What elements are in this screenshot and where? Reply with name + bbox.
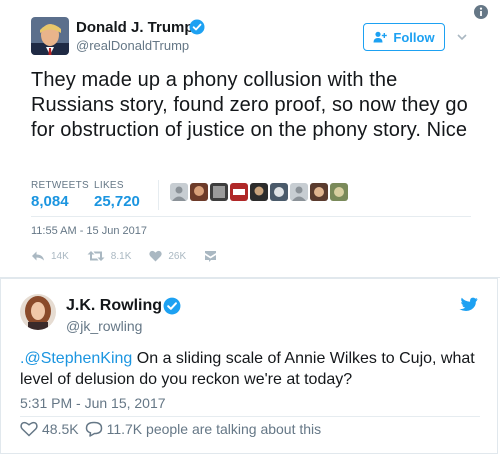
author-name[interactable]: Donald J. Trump: [76, 19, 194, 36]
heart-icon: [20, 421, 38, 437]
like-button[interactable]: 48.5K: [20, 421, 79, 437]
liker-avatar[interactable]: [190, 183, 208, 201]
twitter-bird-icon[interactable]: [456, 296, 478, 316]
liker-avatar[interactable]: [250, 183, 268, 201]
heart-icon: [149, 250, 163, 262]
retweets-label: RETWEETS: [31, 180, 89, 191]
author-handle[interactable]: @jk_rowling: [66, 318, 142, 334]
comment-icon: [85, 421, 102, 437]
liker-avatars: [170, 183, 348, 201]
direct-message-button[interactable]: [204, 250, 223, 262]
chevron-down-icon[interactable]: [456, 31, 468, 43]
like-count: 48.5K: [42, 421, 79, 437]
tweet-timestamp[interactable]: 5:31 PM - Jun 15, 2017: [20, 395, 166, 411]
retweets-count: 8,084: [31, 193, 69, 210]
follow-button[interactable]: Follow: [363, 23, 445, 51]
tweet-actions: 48.5K 11.7K people are talking about thi…: [20, 421, 327, 437]
retweet-count: 8.1K: [110, 250, 132, 262]
liker-avatar[interactable]: [330, 183, 348, 201]
verified-badge-icon: [189, 19, 205, 35]
liker-avatar[interactable]: [170, 183, 188, 201]
info-icon[interactable]: [473, 4, 489, 20]
mention-link[interactable]: .@StephenKing: [20, 350, 132, 367]
liker-avatar[interactable]: [230, 183, 248, 201]
like-button[interactable]: 26K: [149, 250, 186, 262]
likes-stat[interactable]: LIKES 25,720: [94, 180, 140, 210]
retweet-button[interactable]: 8.1K: [87, 250, 132, 262]
tweet-text: They made up a phony collusion with the …: [31, 69, 468, 141]
direct-message-icon: [205, 251, 217, 262]
avatar-rowling[interactable]: [20, 294, 56, 330]
tweet-text: .@StephenKing On a sliding scale of Anni…: [20, 348, 480, 390]
stats-divider: [158, 180, 159, 210]
conversation-count: 11.7K people are talking about this: [106, 421, 322, 437]
verified-badge-icon: [163, 297, 181, 315]
liker-avatar[interactable]: [210, 183, 228, 201]
liker-avatar[interactable]: [270, 183, 288, 201]
follow-user-icon: [373, 31, 388, 43]
reply-icon: [32, 251, 44, 261]
retweets-stat[interactable]: RETWEETS 8,084: [31, 180, 89, 210]
author-name[interactable]: J.K. Rowling: [66, 297, 162, 315]
liker-avatar[interactable]: [290, 183, 308, 201]
likes-label: LIKES: [94, 180, 124, 191]
reply-button[interactable]: 14K: [31, 250, 69, 262]
divider: [20, 416, 480, 417]
tweet-actions: 14K 8.1K 26K: [31, 250, 241, 262]
liker-avatar[interactable]: [310, 183, 328, 201]
divider: [31, 216, 471, 217]
reply-count: 14K: [51, 250, 69, 262]
retweet-icon: [87, 251, 105, 261]
avatar-trump[interactable]: [31, 17, 69, 55]
author-handle[interactable]: @realDonaldTrump: [76, 38, 189, 53]
like-count: 26K: [168, 250, 187, 262]
follow-label: Follow: [393, 29, 435, 45]
tweet-timestamp[interactable]: 11:55 AM - 15 Jun 2017: [31, 225, 147, 237]
likes-count: 25,720: [94, 193, 140, 210]
conversation-button[interactable]: 11.7K people are talking about this: [85, 421, 322, 437]
